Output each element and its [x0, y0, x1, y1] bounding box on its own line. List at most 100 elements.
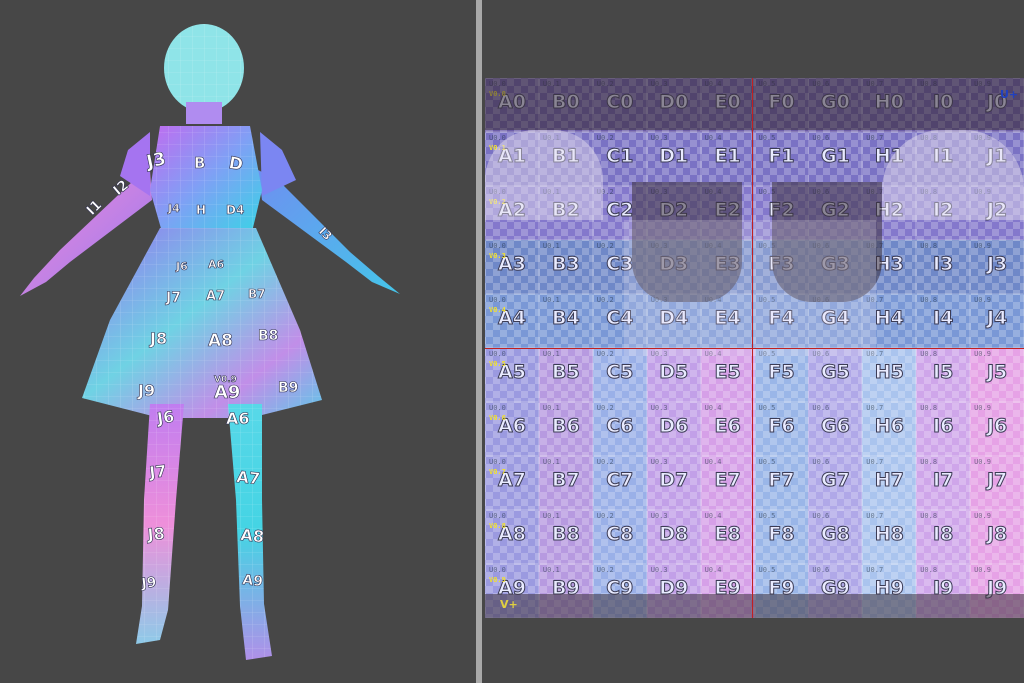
v-plus-tag: V+	[500, 598, 518, 611]
uv-cell-coord: U0.1	[542, 296, 560, 304]
uv-cell-coord: U0.2	[596, 512, 614, 520]
uv-cell-coord: U0.5	[758, 134, 776, 142]
model-label: D4	[226, 203, 244, 217]
uv-island-sleeve-left	[485, 130, 603, 220]
uv-cell-coord: U0.0	[489, 566, 506, 574]
uv-cell: U0.8 I7	[916, 456, 971, 510]
model-label: B8	[258, 328, 278, 344]
uv-cell-coord: U0.2	[596, 350, 614, 358]
uv-cell-coord: U0.2	[596, 404, 614, 412]
uv-island-center	[624, 220, 876, 356]
model-label: A9	[242, 572, 264, 590]
uv-cell-label: I6	[933, 415, 954, 438]
model-label: H	[196, 203, 206, 217]
uv-cell-coord: U0.3	[650, 512, 668, 520]
uv-cell-coord: U0.0	[489, 350, 506, 358]
model-label: A6	[208, 258, 225, 271]
uv-cell: U0.3 D7	[646, 456, 701, 510]
uv-cell-label: J3	[986, 253, 1008, 276]
uv-cell-label: F7	[768, 469, 795, 492]
uv-cell: U0.8 I6	[916, 402, 971, 456]
uv-cell: U0.4 E8	[700, 510, 755, 564]
uv-cell-label: D1	[659, 145, 689, 168]
uv-cell-coord: U0.6	[812, 404, 830, 412]
uv-cell-coord: U0.8	[920, 458, 938, 466]
uv-cell-label: C6	[606, 415, 634, 438]
left-arm	[20, 170, 152, 296]
uv-cell-coord: U0.7	[866, 458, 884, 466]
uv-island-top	[485, 78, 1024, 130]
uv-row-tag: V0.4	[489, 306, 506, 314]
uv-row-tag: V0.8	[489, 522, 506, 530]
uv-cell-coord: U0.1	[542, 404, 560, 412]
uv-cell: U0.6 G7	[808, 456, 863, 510]
uv-cell: U0.0 A3 V0.3	[485, 240, 539, 294]
uv-cell-coord: U0.8	[920, 512, 938, 520]
uv-cell-label: G8	[820, 523, 850, 546]
uv-cell: U0.3 D1	[646, 132, 701, 186]
uv-cell-coord: U0.9	[974, 404, 991, 412]
uv-cell-label: B4	[552, 307, 581, 330]
model-label: B7	[248, 287, 266, 301]
uv-cell-coord: U0.3	[650, 566, 668, 574]
uv-cell-coord: U0.6	[812, 134, 830, 142]
uv-cell-coord: U0.5	[758, 512, 776, 520]
uv-cell-coord: U0.2	[596, 296, 614, 304]
model-label: J4	[167, 202, 180, 215]
uv-cell-label: I4	[933, 307, 954, 330]
uv-cell: U0.2 C7	[592, 456, 647, 510]
uv-cell-coord: U0.3	[650, 404, 668, 412]
uv-cell-coord: U0.3	[650, 134, 668, 142]
uv-cell-coord: U0.8	[920, 566, 938, 574]
uv-cell-coord: U0.9	[974, 296, 991, 304]
uv-cell: U0.9 J4	[970, 294, 1024, 348]
uv-cell-coord: U0.4	[704, 134, 722, 142]
uv-editor-panel[interactable]: U0.0A0V0.0U0.1B0U0.2C0U0.3D0U0.4E0U0.5F0…	[482, 0, 1024, 683]
uv-cell: U0.9 J5	[970, 348, 1024, 402]
uv-cell-coord: U0.6	[812, 458, 830, 466]
3d-viewport[interactable]: J3 B D I2 I1 J4 H D4 I3 J6 A6 J7 A7 B7 J8 A8 B8 J9 A9 B9 V0.…	[0, 0, 476, 683]
uv-cell: U0.8 I5	[916, 348, 971, 402]
uv-cell-label: E8	[714, 523, 741, 546]
uv-cell-coord: U0.8	[920, 350, 938, 358]
uv-cell: U0.2 C6	[592, 402, 647, 456]
uv-cell-label: B6	[552, 415, 581, 438]
uv-row-tag: V0.7	[489, 468, 506, 476]
uv-cell-coord: U0.2	[596, 242, 614, 250]
uv-cell-label: B3	[552, 253, 581, 276]
uv-cell-coord: U0.9	[974, 566, 991, 574]
uv-cell: U0.9 J7	[970, 456, 1024, 510]
uv-island-bottom	[485, 594, 1024, 618]
uv-cell-label: D5	[659, 361, 689, 384]
uv-cell: U0.0 A6 V0.6	[485, 402, 539, 456]
uv-cell-coord: U0.9	[974, 350, 991, 358]
uv-cell: U0.0 A5 V0.5	[485, 348, 539, 402]
model-label: A6	[226, 409, 250, 428]
uv-cell: U0.1 B7	[538, 456, 593, 510]
uv-cell-coord: U0.1	[542, 350, 560, 358]
uv-cell: U0.0 A8 V0.8	[485, 510, 539, 564]
uv-cell-coord: U0.8	[920, 242, 938, 250]
uv-cell-label: C7	[606, 469, 634, 492]
uv-cell-label: E7	[714, 469, 741, 492]
uv-cell-label: C5	[606, 361, 634, 384]
uv-row-tag: V0.6	[489, 414, 506, 422]
uv-cell: U0.6 G8	[808, 510, 863, 564]
uv-cell: U0.8 I3	[916, 240, 971, 294]
uv-cell-coord: U0.2	[596, 458, 614, 466]
uv-cell: U0.3 D6	[646, 402, 701, 456]
uv-cell-label: H5	[874, 361, 904, 384]
uv-cell: U0.5 F6	[754, 402, 809, 456]
uv-cell-coord: U0.0	[489, 296, 506, 304]
uv-cell-coord: U0.1	[542, 512, 560, 520]
uv-cell-coord: U0.9	[974, 512, 991, 520]
uv-cell-label: J5	[986, 361, 1008, 384]
uv-cell-label: F6	[768, 415, 795, 438]
uv-cell-coord: U0.7	[866, 134, 884, 142]
uv-cell-label: F8	[768, 523, 795, 546]
uv-cell-label: D7	[659, 469, 689, 492]
uv-cell-label: E1	[714, 145, 741, 168]
model-label: J9	[137, 381, 155, 400]
model-label: J7	[147, 461, 167, 482]
uv-cell: U0.7 H7	[862, 456, 917, 510]
